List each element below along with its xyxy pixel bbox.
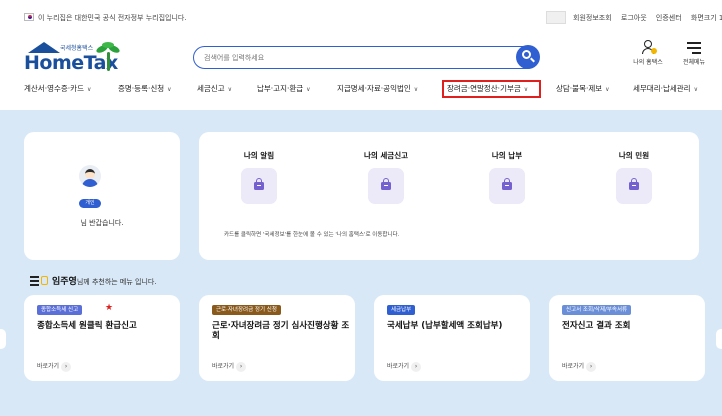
- greeting-text: 님 반갑습니다.: [80, 219, 124, 227]
- go-link[interactable]: 바로가기 ›: [212, 361, 247, 372]
- user-icon: [641, 40, 657, 54]
- chevron-right-icon: ›: [411, 362, 422, 372]
- my-alerts[interactable]: 나의 알림: [209, 150, 309, 204]
- nav-item-payment[interactable]: 납부·고지·환급 ∨: [257, 83, 311, 94]
- my-tax-report[interactable]: 나의 세금신고: [336, 150, 436, 204]
- util-links: 회원정보조회 로그아웃 인증센터 화면크기 100% ∨: [573, 13, 722, 23]
- avatar: [79, 165, 101, 187]
- member-info-link[interactable]: 회원정보조회: [573, 14, 612, 22]
- chevron-down-icon: ∨: [306, 86, 311, 93]
- chevron-right-icon: ›: [61, 362, 72, 372]
- my-alerts-label: 나의 알림: [243, 151, 275, 160]
- card-title: 종합소득세 원클릭 환급신고: [37, 321, 137, 331]
- recommend-suffix: 님께 추천하는 메뉴 입니다.: [76, 278, 157, 286]
- user-type-badge: 개인: [79, 199, 101, 208]
- my-hometax-label: 나의 홈택스: [633, 59, 663, 66]
- user-name-box: [546, 11, 566, 24]
- nav-item-agent[interactable]: 세무대리·납세관리 ∨: [633, 83, 698, 94]
- chevron-down-icon: ∨: [693, 86, 698, 93]
- card-tag: 근로·자녀장려금 정기 신청: [212, 305, 281, 315]
- main-nav: 계산서·영수증·카드 ∨ 증명·등록·신청 ∨ 세금신고 ∨ 납부·고지·환급 ∨ 지급…: [0, 80, 722, 98]
- go-link[interactable]: 바로가기 ›: [387, 361, 422, 372]
- cert-center-link[interactable]: 인증센터: [656, 14, 682, 22]
- recommend-card-payment[interactable]: 세금납부 국세납부 (납부할세액 조회납부) 바로가기 ›: [374, 295, 530, 381]
- chevron-right-icon: ›: [586, 362, 597, 372]
- my-petition-label: 나의 민원: [618, 151, 650, 160]
- chevron-right-icon: ›: [236, 362, 247, 372]
- card-title: 국세납부 (납부할세액 조회납부): [387, 321, 503, 331]
- chevron-down-icon: ∨: [227, 86, 233, 93]
- main-area: 개인 님 반갑습니다. 나의 알림 나의 세금신고 나의 납부 나의 민원 카드…: [0, 110, 722, 416]
- chevron-down-icon: ∨: [413, 86, 419, 93]
- my-tax-report-label: 나의 세금신고: [363, 151, 408, 160]
- search-bar: [193, 45, 540, 69]
- lock-icon: [502, 178, 512, 190]
- recommend-card-e-filing[interactable]: 신고서 조회/삭제/부속서류 전자신고 결과 조회 바로가기 ›: [549, 295, 705, 381]
- lock-icon: [381, 178, 391, 190]
- my-payment[interactable]: 나의 납부: [457, 150, 557, 204]
- nav-item-tax-report[interactable]: 세금신고 ∨: [197, 83, 232, 94]
- go-link[interactable]: 바로가기 ›: [37, 361, 72, 372]
- card-tag: 신고서 조회/삭제/부속서류: [562, 305, 632, 315]
- search-button[interactable]: [516, 45, 540, 69]
- logo-small-text: 국세청홈택스: [60, 45, 94, 52]
- chevron-down-icon: ∨: [167, 86, 172, 93]
- korea-flag-icon: [24, 13, 34, 21]
- card-tag: 세금납부: [387, 305, 416, 315]
- lock-icon: [629, 178, 639, 190]
- gov-bar: 이 누리집은 대한민국 공식 전자정부 누리집입니다. 회원정보조회 로그아웃 …: [0, 8, 722, 28]
- profile-card[interactable]: 개인 님 반갑습니다.: [24, 132, 180, 260]
- user-name: 임주영: [52, 277, 77, 287]
- palm-tree-icon: [95, 42, 121, 72]
- my-hometax-card: 나의 알림 나의 세금신고 나의 납부 나의 민원 카드를 클릭하면 '국세정보…: [199, 132, 699, 260]
- lock-icon: [254, 178, 264, 190]
- all-menu-label: 전체메뉴: [682, 59, 706, 66]
- screen-size-select[interactable]: 화면크기 100% ∨: [691, 14, 722, 22]
- nav-item-consult[interactable]: 상담·불복·제보 ∨: [556, 83, 610, 94]
- recommend-icon: [30, 276, 48, 287]
- chevron-down-icon: ∨: [86, 86, 92, 93]
- chevron-down-icon: ∨: [605, 86, 610, 93]
- nav-item-certificate[interactable]: 증명·등록·신청 ∨: [118, 83, 172, 94]
- logout-link[interactable]: 로그아웃: [621, 14, 647, 22]
- recommend-card-income-tax[interactable]: 종합소득세 신고 ★ 종합소득세 원클릭 환급신고 바로가기 ›: [24, 295, 180, 381]
- recommend-title: 임주영님께 추천하는 메뉴 입니다.: [52, 274, 157, 287]
- hamburger-icon: [687, 40, 701, 54]
- go-link[interactable]: 바로가기 ›: [562, 361, 597, 372]
- recommend-card-incentive[interactable]: 근로·자녀장려금 정기 신청 근로·자녀장려금 정기 심사진행상황 조회 바로가…: [199, 295, 355, 381]
- star-icon: ★: [105, 303, 114, 313]
- nav-item-statement[interactable]: 지급명세·자료·공익법인 ∨: [337, 83, 418, 94]
- my-payment-label: 나의 납부: [491, 151, 523, 160]
- nav-item-invoice[interactable]: 계산서·영수증·카드 ∨: [24, 83, 91, 94]
- card-title: 근로·자녀장려금 정기 심사진행상황 조회: [212, 321, 350, 341]
- carousel-prev-button[interactable]: [0, 329, 6, 349]
- gov-notice: 이 누리집은 대한민국 공식 전자정부 누리집입니다.: [38, 14, 187, 22]
- card-tag: 종합소득세 신고: [37, 305, 83, 315]
- nav-highlight-box: [442, 80, 541, 98]
- my-area-note: 카드를 클릭하면 '국세정보'를 한눈에 볼 수 있는 '나의 홈택스'로 이동…: [224, 232, 400, 238]
- my-hometax-button[interactable]: 나의 홈택스: [628, 40, 668, 66]
- card-title: 전자신고 결과 조회: [562, 321, 631, 331]
- my-petition[interactable]: 나의 민원: [584, 150, 684, 204]
- search-input[interactable]: [204, 50, 494, 65]
- all-menu-button[interactable]: 전체메뉴: [677, 40, 711, 66]
- carousel-next-button[interactable]: [716, 329, 722, 349]
